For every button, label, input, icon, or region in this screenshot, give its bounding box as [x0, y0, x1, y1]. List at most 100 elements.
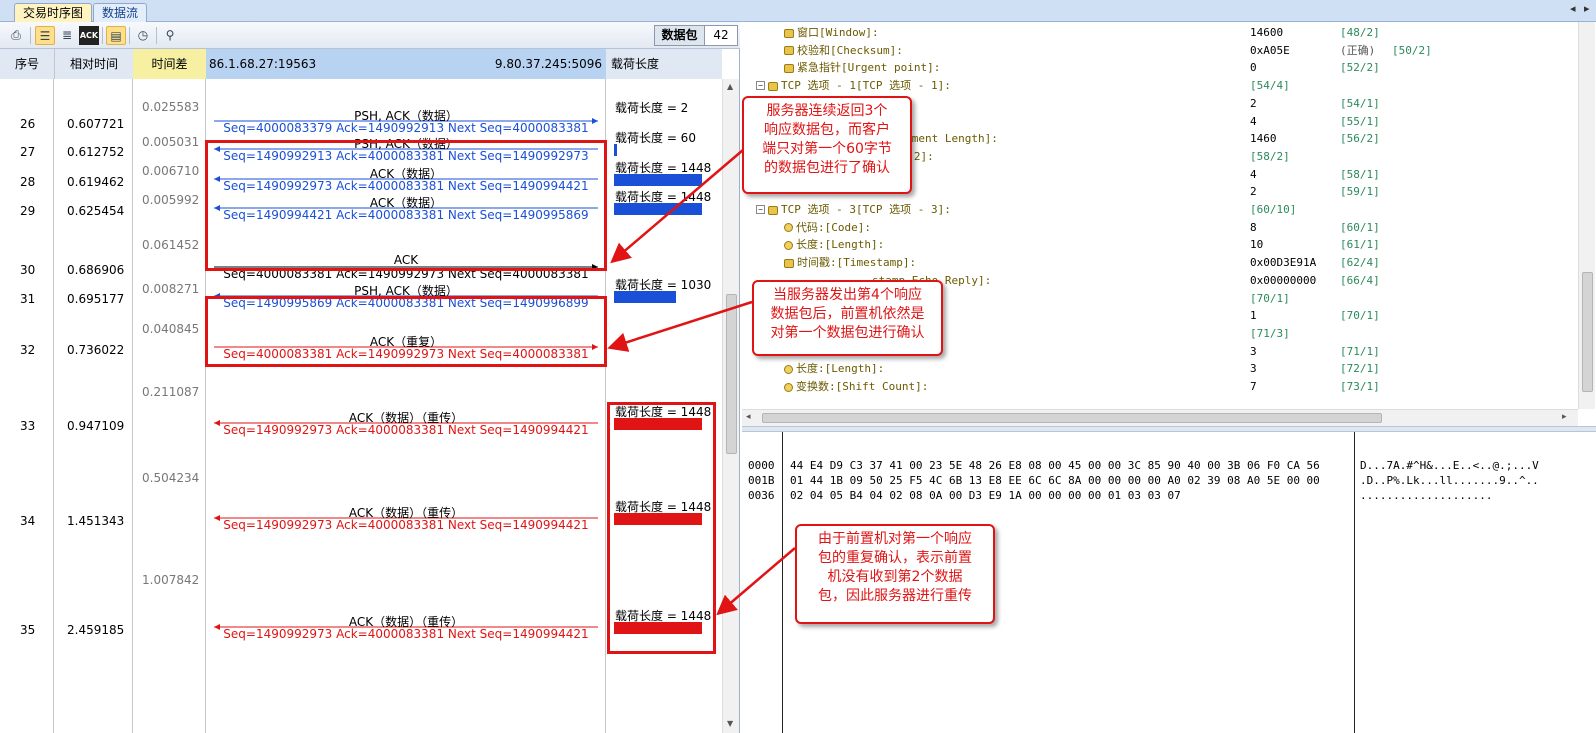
tree-row[interactable]: 代码:[Code]: 8 [60/1]	[742, 219, 1578, 236]
seq-cell[interactable]: 30	[20, 263, 35, 277]
tree-field-offset: [70/1]	[1250, 291, 1290, 305]
tree-row[interactable]: 紧急指针[Urgent point]: 0 [52/2]	[742, 59, 1578, 76]
scroll-left-icon[interactable]: ◂	[746, 412, 751, 422]
tree-row[interactable]: 时间戳:[Timestamp]: 0x00D3E91A [62/4]	[742, 254, 1578, 271]
rel-time-cell[interactable]: 0.686906	[67, 263, 124, 277]
rel-time-cell[interactable]: 2.459185	[67, 623, 124, 637]
message-detail[interactable]: Seq=1490992973 Ack=4000083381 Next Seq=1…	[206, 627, 606, 641]
message-detail[interactable]: Seq=1490995869 Ack=4000083381 Next Seq=1…	[206, 296, 606, 310]
tree-row[interactable]: − TCP 选项 - 1[TCP 选项 - 1]: [54/4]	[742, 77, 1578, 94]
header-rel-time[interactable]: 相对时间	[54, 49, 133, 79]
list-view-icon[interactable]: ☰	[35, 26, 55, 45]
tree-row[interactable]: 3 [71/1]	[742, 343, 1578, 360]
tree-row[interactable]: 校验和[Checksum]: 0xA05E (正确) [50/2]	[742, 42, 1578, 59]
header-payload[interactable]: 载荷长度	[606, 49, 722, 79]
message-title[interactable]: ACK	[206, 253, 606, 267]
tree-hscroll-thumb[interactable]	[762, 413, 1382, 423]
tree-vertical-scrollbar[interactable]	[1578, 22, 1595, 409]
scroll-up-icon[interactable]: ▲	[727, 82, 733, 91]
rel-time-cell[interactable]: 0.695177	[67, 292, 124, 306]
left-scroll-thumb[interactable]	[726, 294, 737, 454]
tree-row[interactable]: 4 [58/1]	[742, 166, 1578, 183]
header-diff[interactable]: 时间差	[133, 49, 206, 79]
message-detail[interactable]: Seq=1490992973 Ack=4000083381 Next Seq=1…	[206, 179, 606, 193]
seq-cell[interactable]: 32	[20, 343, 35, 357]
collapse-icon[interactable]: −	[756, 81, 765, 91]
tree-horizontal-scrollbar[interactable]: ◂ ▸	[742, 409, 1578, 426]
seq-cell[interactable]: 33	[20, 419, 35, 433]
hex-ascii[interactable]: D...7A.#^H&...E..<..@.;...V	[1360, 458, 1539, 473]
rel-time-cell[interactable]: 0.612752	[67, 145, 124, 159]
tree-row[interactable]: 窗口[Window]: 14600 [48/2]	[742, 24, 1578, 41]
detail-list-icon[interactable]: ≣	[57, 26, 77, 45]
tree-row[interactable]: stamp Echo Reply]: 0x00000000 [66/4]	[742, 272, 1578, 289]
tree-field-label: TCP 选项 - 3[TCP 选项 - 3]:	[781, 203, 951, 216]
tree-row[interactable]: 4 [55/1]	[742, 113, 1578, 130]
hex-ascii[interactable]: ....................	[1360, 488, 1492, 503]
tree-field-value: 4	[1250, 114, 1257, 128]
tree-row[interactable]: 5]: [71/3]	[742, 325, 1578, 342]
tree-row[interactable]: 长度:[Length]: 3 [72/1]	[742, 360, 1578, 377]
rel-time-cell[interactable]: 0.736022	[67, 343, 124, 357]
seq-cell[interactable]: 28	[20, 175, 35, 189]
tab-data-flow[interactable]: 数据流	[93, 3, 148, 22]
export-icon[interactable]: ⎙	[6, 26, 26, 45]
seq-cell[interactable]: 29	[20, 204, 35, 218]
seq-cell[interactable]: 31	[20, 292, 35, 306]
header-seq[interactable]: 序号	[0, 49, 54, 79]
tab-prev-icon[interactable]: ◂	[1570, 2, 1576, 15]
tree-row[interactable]: 变换数:[Shift Count]: 7 [73/1]	[742, 378, 1578, 395]
clock-icon[interactable]: ◷	[133, 26, 153, 45]
tree-row[interactable]: 1 [70/1]	[742, 307, 1578, 324]
tree-row[interactable]: um Segment Length]: 1460 [56/2]	[742, 130, 1578, 147]
hex-offset: 0036	[748, 489, 775, 502]
hex-divider	[782, 432, 783, 733]
rel-time-cell[interactable]: 1.451343	[67, 514, 124, 528]
tree-row[interactable]: 长度:[Length]: 10 [61/1]	[742, 236, 1578, 253]
tree-scroll-thumb[interactable]	[1582, 272, 1593, 392]
tree-row[interactable]: 2 [59/1]	[742, 183, 1578, 200]
hex-bytes[interactable]: 02 04 05 B4 04 02 08 0A 00 D3 E9 1A 00 0…	[790, 488, 1181, 503]
ack-icon[interactable]: ACK	[79, 26, 99, 45]
message-detail[interactable]: Seq=4000083381 Ack=1490992973 Next Seq=4…	[206, 267, 606, 281]
message-detail[interactable]: Seq=4000083381 Ack=1490992973 Next Seq=4…	[206, 347, 606, 361]
tree-row[interactable]: 4]: [70/1]	[742, 290, 1578, 307]
message-detail[interactable]: Seq=4000083379 Ack=1490992913 Next Seq=4…	[206, 121, 606, 135]
tree-row[interactable]: 2 [54/1]	[742, 95, 1578, 112]
message-detail[interactable]: Seq=1490992973 Ack=4000083381 Next Seq=1…	[206, 423, 606, 437]
tree-field-offset: [48/2]	[1340, 26, 1380, 39]
tab-sequence-diagram[interactable]: 交易时序图	[14, 3, 93, 22]
scroll-down-icon[interactable]: ▼	[727, 719, 733, 728]
sequence-rows: 26 0.607721 0.025583 PSH, ACK（数据） Seq=400008…	[0, 79, 722, 733]
tree-field-value: 1460	[1250, 132, 1277, 146]
left-vertical-scrollbar[interactable]: ▲ ▼	[722, 79, 739, 733]
rel-time-cell[interactable]: 0.607721	[67, 117, 124, 131]
collapse-icon[interactable]: −	[756, 205, 765, 214]
tree-field-offset: [66/4]	[1340, 273, 1380, 287]
tree-field-offset: [71/3]	[1250, 326, 1290, 340]
tree-field-offset: [59/1]	[1340, 185, 1380, 199]
tree-row[interactable]: 选项 - 2]: [58/2]	[742, 148, 1578, 165]
message-detail[interactable]: Seq=1490994421 Ack=4000083381 Next Seq=1…	[206, 208, 606, 222]
field-icon	[784, 382, 793, 392]
seq-cell[interactable]: 34	[20, 514, 35, 528]
rel-time-cell[interactable]: 0.619462	[67, 175, 124, 189]
hex-bytes[interactable]: 01 44 1B 09 50 25 F5 4C 6B 13 E8 EE 6C 6…	[790, 473, 1320, 488]
tree-field-label: 选项 - 2]:	[872, 149, 934, 163]
search-icon[interactable]: ⚲	[160, 26, 180, 45]
hex-ascii[interactable]: .D..P%.Lk...ll.......9..^..	[1360, 473, 1539, 488]
rel-time-cell[interactable]: 0.625454	[67, 204, 124, 218]
scroll-right-icon[interactable]: ▸	[1562, 412, 1567, 422]
seq-cell[interactable]: 27	[20, 145, 35, 159]
message-detail[interactable]: Seq=1490992913 Ack=4000083381 Next Seq=1…	[206, 149, 606, 163]
seq-cell[interactable]: 35	[20, 623, 35, 637]
rel-time-cell[interactable]: 0.947109	[67, 419, 124, 433]
message-detail[interactable]: Seq=1490992973 Ack=4000083381 Next Seq=1…	[206, 518, 606, 532]
tree-field-offset: [72/1]	[1340, 362, 1380, 376]
hex-bytes[interactable]: 44 E4 D9 C3 37 41 00 23 5E 48 26 E8 08 0…	[790, 458, 1320, 473]
color-icon[interactable]: ▤	[106, 26, 126, 45]
tab-next-icon[interactable]: ▸	[1584, 2, 1590, 15]
tree-row[interactable]: − TCP 选项 - 3[TCP 选项 - 3]: [60/10]	[742, 201, 1578, 218]
packet-label: 数据包	[655, 26, 705, 45]
seq-cell[interactable]: 26	[20, 117, 35, 131]
